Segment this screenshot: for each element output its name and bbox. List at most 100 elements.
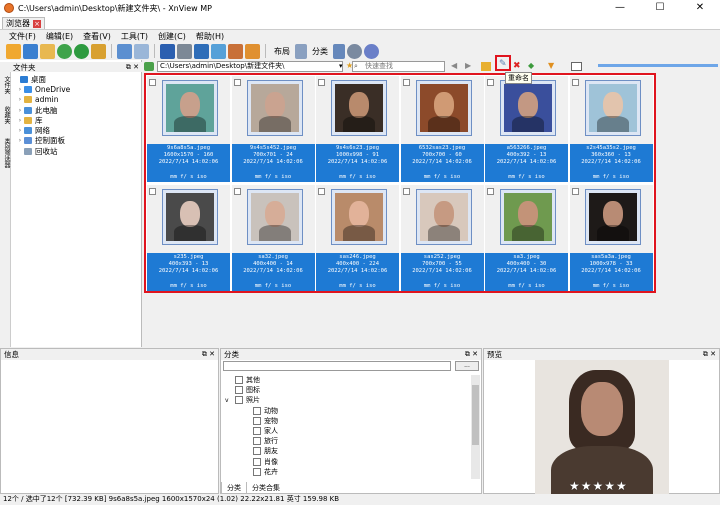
print-icon[interactable] <box>177 43 192 59</box>
category-item[interactable]: 其他 <box>223 375 475 385</box>
help-icon[interactable] <box>364 43 379 59</box>
thumbnail-checkbox[interactable] <box>233 188 241 195</box>
thumbnail-item[interactable]: 9s6a8s5a.jpeg 1600x1570 - 160 2022/7/14 14… <box>147 76 230 182</box>
copy-icon[interactable] <box>117 43 132 59</box>
side-tab-folders[interactable]: 文件夹 <box>1 76 10 94</box>
folder-tree-item[interactable]: › admin <box>12 95 141 105</box>
paste-icon[interactable] <box>134 43 149 59</box>
category-item[interactable]: 动物 <box>223 406 475 416</box>
thumbnail-size-slider[interactable] <box>598 64 718 67</box>
menu-create[interactable]: 创建(C) <box>153 30 191 42</box>
folder-up-icon[interactable] <box>40 43 55 59</box>
category-checkbox[interactable] <box>235 396 243 405</box>
category-checkbox[interactable] <box>253 467 261 476</box>
layout-button[interactable]: 布局 <box>271 46 293 57</box>
maximize-button[interactable]: ☐ <box>640 0 680 16</box>
tab-category-sets[interactable]: 分类合集 <box>247 482 285 494</box>
thumbnail-item[interactable]: sa32.jpeg 400x400 - 14 2022/7/14 14:02:06 m… <box>231 185 315 291</box>
panel-controls-icon[interactable]: ⧉ ✕ <box>126 62 139 73</box>
quick-search-input[interactable]: 快速查找 <box>352 61 445 72</box>
binoculars-icon[interactable] <box>160 43 175 59</box>
folder-tree-item[interactable]: 回收站 <box>12 146 141 156</box>
thumbnail-item[interactable]: sas5a3a.jpeg 1000x978 - 33 2022/7/14 14:02… <box>569 185 653 291</box>
thumbnail-checkbox[interactable] <box>571 188 579 195</box>
menu-file[interactable]: 文件(F) <box>4 30 41 42</box>
folder-tree-item[interactable]: › 控制面板 <box>12 136 141 146</box>
address-input[interactable]: C:\Users\admin\Desktop\新建文件夹\ <box>157 61 343 72</box>
thumbnail-item[interactable]: sas252.jpeg 700x700 - 55 2022/7/14 14:02:0… <box>400 185 484 291</box>
reload-icon[interactable] <box>74 43 89 59</box>
address-dropdown-icon[interactable]: ▾ <box>339 62 343 70</box>
menu-help[interactable]: 帮助(H) <box>191 30 229 42</box>
thumbnail-checkbox[interactable] <box>487 79 494 86</box>
thumbnail-checkbox[interactable] <box>149 188 156 195</box>
thumbnail-item[interactable]: 9s4s5s452.jpeg 700x701 - 24 2022/7/14 14:0… <box>231 76 315 182</box>
category-item[interactable]: 肖像 <box>223 457 475 467</box>
delete-icon[interactable]: ✖ <box>513 61 521 71</box>
nav-next-icon[interactable]: ▶ <box>465 61 471 70</box>
close-window-button[interactable]: ✕ <box>680 0 720 16</box>
category-options-dropdown[interactable]: ... <box>455 361 479 371</box>
thumbnail-item[interactable]: s2s45a35s2.jpeg 360x360 - 13 2022/7/14 14:… <box>569 76 653 182</box>
expand-arrow-icon[interactable]: › <box>16 127 24 134</box>
folder-tree-item[interactable]: 桌面 <box>12 74 141 84</box>
category-checkbox[interactable] <box>253 457 261 466</box>
thumbnail-item[interactable]: 6532sas23.jpeg 700x700 - 60 2022/7/14 14:0… <box>400 76 484 182</box>
contact-sheet-icon[interactable] <box>245 43 260 59</box>
expand-arrow-icon[interactable]: › <box>16 117 24 124</box>
tab-browser[interactable]: 浏览器 × <box>2 17 45 29</box>
thumbnail-item[interactable]: a563266.jpeg 400x392 - 13 2022/7/14 14:02:… <box>485 76 568 182</box>
nav-prev-icon[interactable]: ◀ <box>451 61 457 70</box>
category-item[interactable]: v 照片 <box>223 395 475 405</box>
panel-controls-icon[interactable]: ⧉ ✕ <box>703 349 716 360</box>
save-icon[interactable] <box>23 43 38 59</box>
filter-icon[interactable] <box>333 43 345 59</box>
rating-stars[interactable]: ★★★★★ <box>569 479 628 493</box>
side-tab-favorites[interactable]: 收藏夹 <box>1 106 10 124</box>
menu-edit[interactable]: 编辑(E) <box>41 30 78 42</box>
folder-tree-item[interactable]: › 库 <box>12 115 141 125</box>
tab-close-icon[interactable]: × <box>33 19 41 28</box>
category-checkbox[interactable] <box>235 386 243 395</box>
category-item[interactable]: 朋友 <box>223 446 475 456</box>
category-scrollbar[interactable] <box>471 375 480 479</box>
thumbnail-item[interactable]: s235.jpeg 400x393 - 13 2022/7/14 14:02:06 m… <box>147 185 230 291</box>
filter-funnel-icon[interactable]: ▼ <box>548 61 554 70</box>
thumbnail-item[interactable]: sas246.jpeg 400x400 - 224 2022/7/14 14:02:… <box>316 185 399 291</box>
thumbnail-checkbox[interactable] <box>402 188 410 195</box>
nav-back-icon[interactable] <box>144 62 154 71</box>
category-item[interactable]: 图标 <box>223 385 475 395</box>
category-checkbox[interactable] <box>253 427 261 436</box>
category-item[interactable]: 宠物 <box>223 416 475 426</box>
expand-arrow-icon[interactable]: › <box>16 107 24 114</box>
open-folder-icon[interactable] <box>6 43 21 59</box>
slideshow-icon[interactable] <box>211 43 226 59</box>
category-item[interactable]: 旅行 <box>223 436 475 446</box>
menu-view[interactable]: 查看(V) <box>78 30 116 42</box>
thumbnail-checkbox[interactable] <box>233 79 241 86</box>
category-expander-icon[interactable]: v <box>225 397 235 404</box>
move-icon[interactable] <box>91 43 106 59</box>
category-checkbox[interactable] <box>253 447 261 456</box>
folder-tree-item[interactable]: › 网络 <box>12 125 141 135</box>
refresh-icon[interactable] <box>57 43 72 59</box>
view-mode-icon[interactable] <box>295 43 307 59</box>
category-checkbox[interactable] <box>235 376 243 385</box>
category-checkbox[interactable] <box>253 437 261 446</box>
menu-tools[interactable]: 工具(T) <box>116 30 153 42</box>
rename-button[interactable]: ✎ <box>495 55 511 71</box>
thumbnail-item[interactable]: 9s4s6s23.jpeg 1000x998 - 91 2022/7/14 14:0… <box>316 76 399 182</box>
category-button[interactable]: 分类 <box>309 46 331 57</box>
thumbnail-checkbox[interactable] <box>318 188 325 195</box>
panel-controls-icon[interactable]: ⧉ ✕ <box>465 349 478 360</box>
panel-controls-icon[interactable]: ⧉ ✕ <box>202 349 215 360</box>
category-checkbox[interactable] <box>253 416 261 425</box>
thumbnail-checkbox[interactable] <box>402 79 410 86</box>
thumbnail-checkbox[interactable] <box>318 79 325 86</box>
expand-arrow-icon[interactable]: › <box>16 86 24 93</box>
new-folder-icon[interactable] <box>481 62 491 71</box>
thumbnail-checkbox[interactable] <box>149 79 156 86</box>
expand-arrow-icon[interactable]: › <box>16 96 24 103</box>
folder-tree-item[interactable]: › OneDrive <box>12 84 141 94</box>
settings-gear-icon[interactable] <box>347 43 362 59</box>
